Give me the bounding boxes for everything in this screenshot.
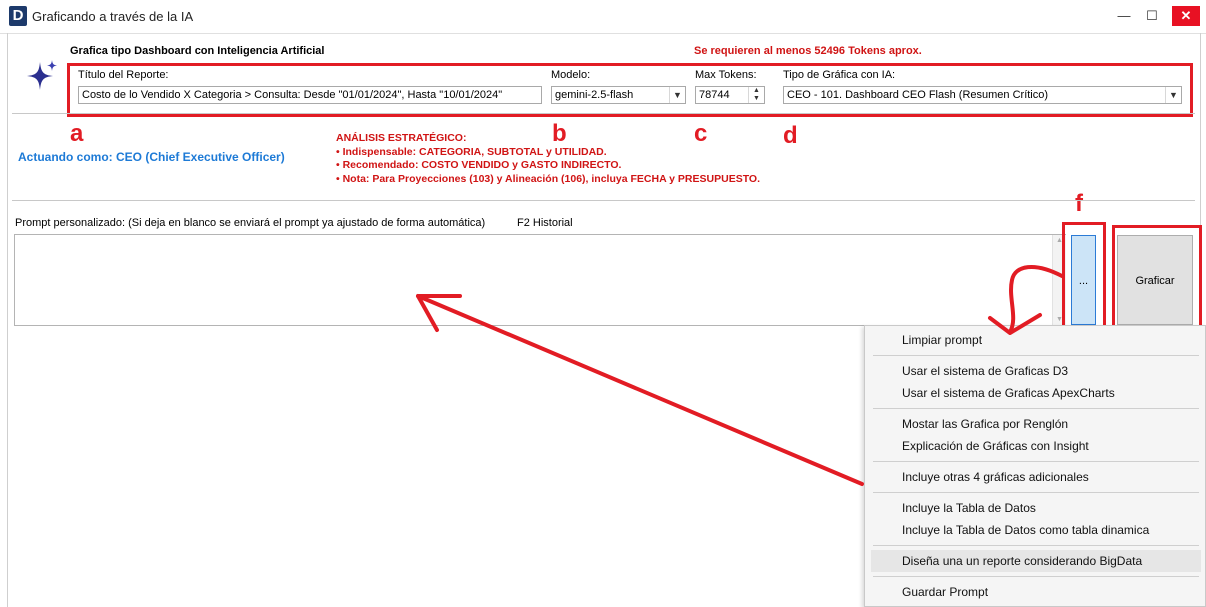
arrow-more-to-menu	[1008, 264, 1064, 334]
arrow-menu-to-prompt	[416, 294, 864, 486]
annotation-arrows	[416, 264, 1064, 486]
